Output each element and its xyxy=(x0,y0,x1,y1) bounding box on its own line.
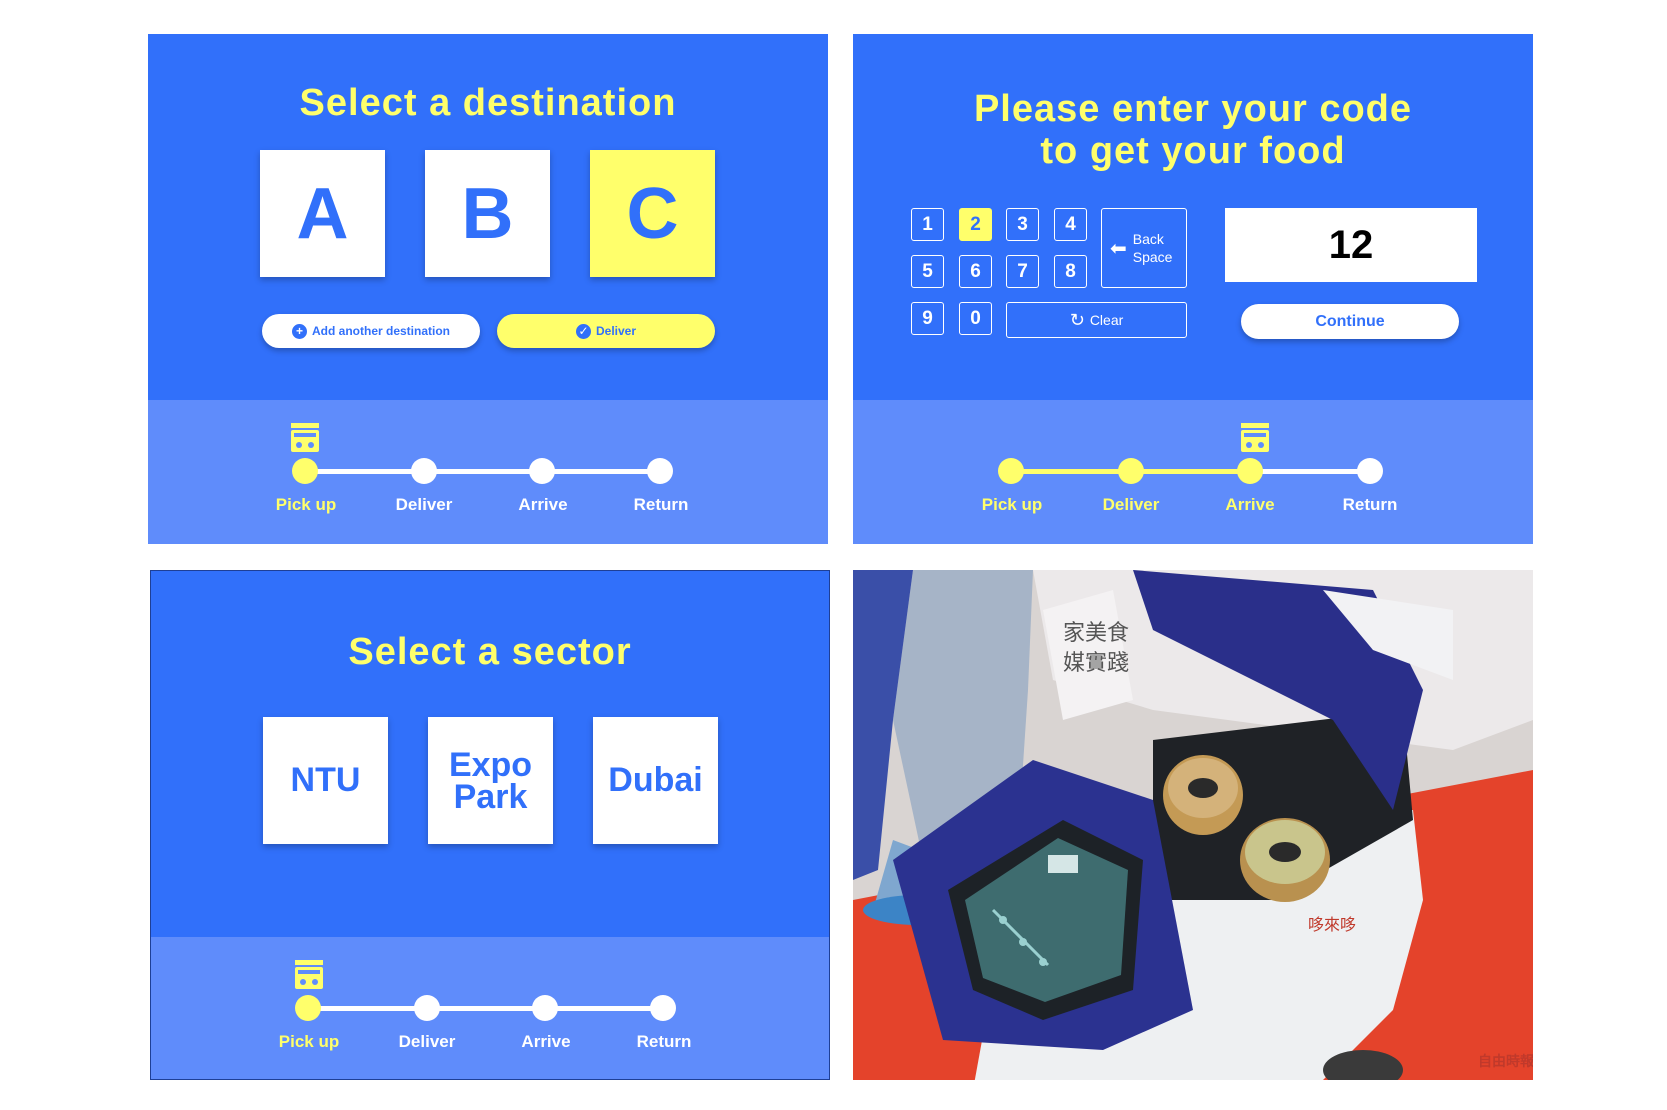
page-title: Select a destination xyxy=(299,82,677,124)
step-label-arrive: Arrive xyxy=(518,495,568,514)
step-label-pickup: Pick up xyxy=(278,1032,340,1051)
key-8[interactable]: 8 xyxy=(1054,255,1087,288)
clear-button[interactable]: ↻ Clear xyxy=(1006,302,1187,338)
step-dot-arrive xyxy=(1237,458,1263,484)
progress-track xyxy=(308,1006,668,1011)
destination-option-b[interactable]: B xyxy=(425,150,550,277)
sector-option-dubai[interactable]: Dubai xyxy=(593,717,718,844)
delivery-robot-icon xyxy=(1241,423,1269,452)
key-6[interactable]: 6 xyxy=(959,255,992,288)
step-label-pickup: Pick up xyxy=(981,495,1043,514)
step-label-arrive: Arrive xyxy=(521,1032,571,1051)
panel-select-destination: Select a destination A B C + Add another… xyxy=(148,34,828,544)
sector-option-ntu[interactable]: NTU xyxy=(263,717,388,844)
page-title-line1: Please enter your code xyxy=(973,88,1413,130)
key-2[interactable]: 2 xyxy=(959,208,992,241)
step-dot-deliver xyxy=(414,995,440,1021)
key-3[interactable]: 3 xyxy=(1006,208,1039,241)
delivery-robot-photo: 家美食 媒實踐 哆來哆 自由時報 xyxy=(853,570,1533,1080)
clear-label: Clear xyxy=(1089,312,1124,328)
step-dot-return xyxy=(647,458,673,484)
progress-area: Pick up Deliver Arrive Return xyxy=(853,400,1533,544)
key-4[interactable]: 4 xyxy=(1054,208,1087,241)
step-label-return: Return xyxy=(633,495,689,514)
step-label-deliver: Deliver xyxy=(398,1032,456,1051)
step-dot-pickup xyxy=(292,458,318,484)
step-dot-return xyxy=(1357,458,1383,484)
step-dot-deliver xyxy=(1118,458,1144,484)
step-label-return: Return xyxy=(636,1032,692,1051)
delivery-robot-icon xyxy=(291,423,319,452)
page-title: Select a sector xyxy=(348,631,632,673)
check-circle-icon: ✓ xyxy=(575,323,591,339)
plus-circle-icon: + xyxy=(292,323,307,339)
key-5[interactable]: 5 xyxy=(911,255,944,288)
step-label-arrive: Arrive xyxy=(1225,495,1275,514)
step-dot-arrive xyxy=(529,458,555,484)
delivery-robot-icon xyxy=(295,960,323,989)
step-label-deliver: Deliver xyxy=(395,495,453,514)
key-9[interactable]: 9 xyxy=(911,302,944,335)
step-dot-return xyxy=(650,995,676,1021)
add-destination-button[interactable]: + Add another destination xyxy=(262,314,480,348)
svg-text:媒實踐: 媒實踐 xyxy=(1063,651,1129,676)
destination-option-a[interactable]: A xyxy=(260,150,385,277)
left-arrow-icon: ⬅ xyxy=(1110,237,1127,260)
step-label-return: Return xyxy=(1342,495,1398,514)
step-dot-deliver xyxy=(411,458,437,484)
page-title-line2: to get your food xyxy=(1040,130,1346,172)
step-dot-pickup xyxy=(998,458,1024,484)
sector-option-label: Expo Park xyxy=(448,745,533,816)
step-label-deliver: Deliver xyxy=(1102,495,1160,514)
photo-watermark: 自由時報 xyxy=(1478,1053,1533,1070)
key-0[interactable]: 0 xyxy=(959,302,992,335)
add-destination-label: Add another destination xyxy=(312,324,450,338)
progress-area: Pick up Deliver Arrive Return xyxy=(148,400,828,544)
backspace-label-line1: Back xyxy=(1132,231,1164,247)
key-7[interactable]: 7 xyxy=(1006,255,1039,288)
progress-track xyxy=(305,469,665,474)
sector-option-expo-park[interactable]: Expo Park xyxy=(428,717,553,844)
step-dot-arrive xyxy=(532,995,558,1021)
deliver-button[interactable]: ✓ Deliver xyxy=(497,314,715,348)
panel-enter-code: Please enter your code to get your food … xyxy=(853,34,1533,544)
svg-text:哆來哆: 哆來哆 xyxy=(1308,915,1356,934)
refresh-icon: ↻ xyxy=(1069,309,1085,330)
key-1[interactable]: 1 xyxy=(911,208,944,241)
svg-text:家美食: 家美食 xyxy=(1063,621,1129,646)
progress-area: Pick up Deliver Arrive Return xyxy=(151,937,829,1079)
backspace-button[interactable]: ⬅ Back Space xyxy=(1101,208,1187,288)
step-dot-pickup xyxy=(295,995,321,1021)
step-label-pickup: Pick up xyxy=(275,495,337,514)
deliver-label: Deliver xyxy=(595,324,637,338)
destination-option-c[interactable]: C xyxy=(590,150,715,277)
panel-select-sector: Select a sector NTU Expo Park Dubai Pick… xyxy=(150,570,830,1080)
backspace-label-line2: Space xyxy=(1132,249,1173,265)
continue-button[interactable]: Continue xyxy=(1241,304,1459,339)
robot-photo-illustration: 家美食 媒實踐 哆來哆 自由時報 xyxy=(853,570,1533,1080)
code-display: 12 xyxy=(1225,208,1477,282)
